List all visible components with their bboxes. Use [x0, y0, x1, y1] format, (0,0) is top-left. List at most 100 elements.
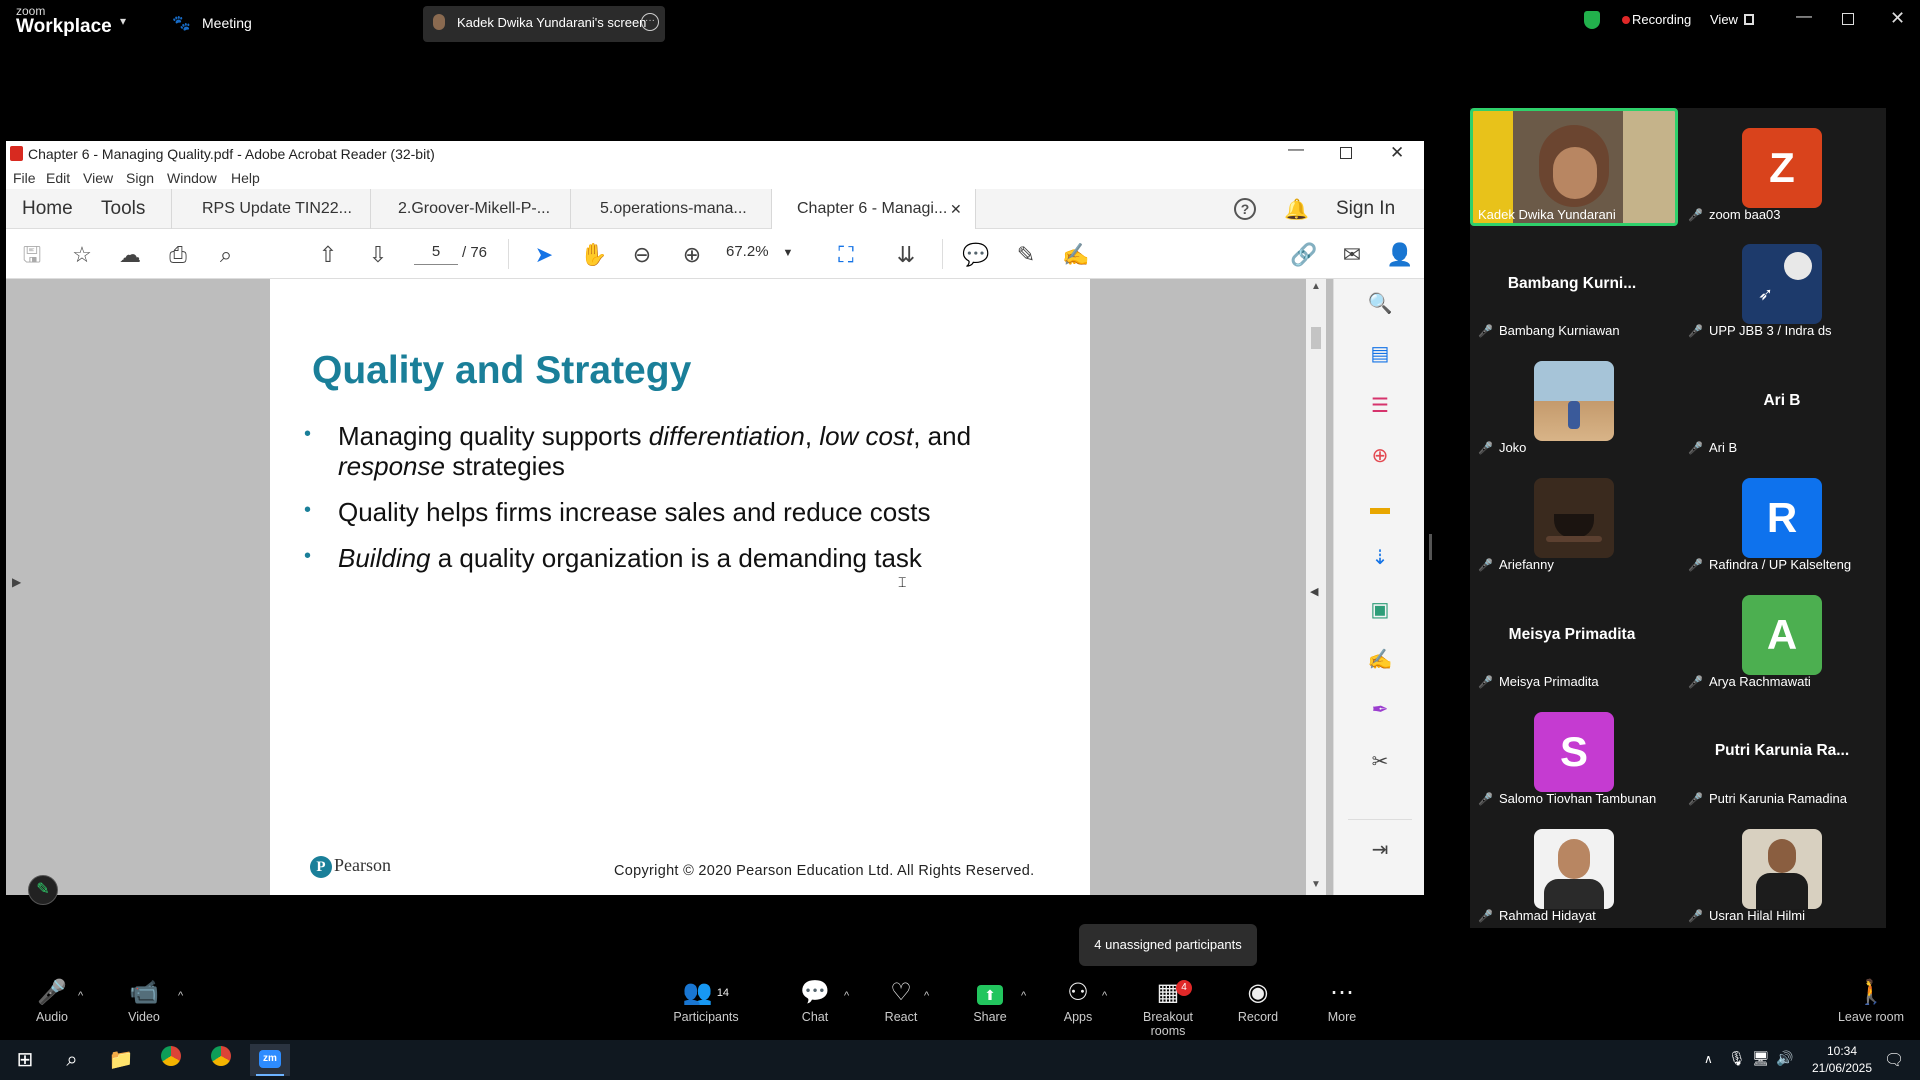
chevron-down-icon[interactable]: ▾	[120, 14, 126, 28]
menu-edit[interactable]: Edit	[46, 170, 70, 186]
menu-sign[interactable]: Sign	[126, 170, 154, 186]
minimize-icon[interactable]: —	[1288, 141, 1304, 159]
recording-label[interactable]: Recording	[1632, 12, 1691, 27]
record-button[interactable]: ◉ Record	[1218, 978, 1298, 1024]
edit-pdf-icon[interactable]: ▣	[1367, 597, 1393, 623]
volume-icon[interactable]: 🔊	[1776, 1050, 1793, 1067]
chat-options-icon[interactable]: ^	[844, 990, 849, 1002]
right-panel-toggle-icon[interactable]: ◀	[1310, 585, 1318, 598]
star-icon[interactable]: ☆	[68, 241, 96, 269]
close-icon[interactable]: ✕	[1390, 143, 1404, 163]
leave-room-button[interactable]: 🚶 Leave room	[1829, 978, 1913, 1024]
scroll-mode-icon[interactable]: ⇊	[892, 241, 920, 269]
breakout-rooms-button[interactable]: ▦ Breakout rooms	[1128, 978, 1208, 1038]
fit-page-icon[interactable]: ⛶	[832, 241, 860, 269]
clock-date[interactable]: 21/06/2025	[1804, 1061, 1880, 1075]
scroll-up-icon[interactable]: ▲	[1311, 281, 1321, 292]
comment-icon[interactable]: 💬	[962, 241, 990, 269]
print-icon[interactable]: ⎙	[164, 241, 192, 269]
share-options-icon[interactable]: ^	[1021, 990, 1026, 1002]
pdf-page[interactable]: Quality and Strategy • Managing quality …	[270, 279, 1090, 895]
notification-icon[interactable]: 🗨	[1884, 1050, 1904, 1070]
more-tools-icon[interactable]: ✂	[1367, 749, 1393, 775]
combine-files-icon[interactable]: ⇣	[1367, 545, 1393, 571]
save-icon[interactable]: 🖫	[18, 241, 46, 269]
participants-button[interactable]: 👥 14 Participants	[666, 978, 746, 1024]
select-cursor-icon[interactable]: ➤	[530, 241, 558, 269]
network-icon[interactable]: 🖥	[1752, 1050, 1770, 1067]
search-icon[interactable]: 🔍	[1367, 291, 1393, 317]
tab-home[interactable]: Home	[22, 189, 73, 229]
collapse-pane-icon[interactable]: ⇥	[1367, 837, 1393, 863]
scrollbar-thumb[interactable]	[1311, 327, 1321, 349]
more-icon[interactable]: ···	[641, 13, 659, 31]
video-options-icon[interactable]: ^	[178, 990, 183, 1002]
file-explorer-icon[interactable]: 📁	[106, 1046, 136, 1074]
bell-icon[interactable]: 🔔	[1284, 197, 1309, 222]
organize-pages-icon[interactable]: ☰	[1367, 393, 1393, 419]
meeting-tab[interactable]: Meeting	[202, 15, 252, 31]
hand-icon[interactable]: ✋	[580, 241, 608, 269]
page-number-input[interactable]: 5	[414, 243, 458, 265]
audio-options-icon[interactable]: ^	[78, 990, 83, 1002]
left-panel-toggle-icon[interactable]: ▶	[12, 575, 21, 589]
windows-start-icon[interactable]: ⊞	[10, 1046, 40, 1074]
restore-icon[interactable]	[1340, 147, 1352, 159]
page-up-icon[interactable]: ⇧	[314, 241, 342, 269]
menu-file[interactable]: File	[13, 170, 36, 186]
search-icon[interactable]: ⌕	[212, 241, 240, 269]
cloud-upload-icon[interactable]: ☁	[116, 241, 144, 269]
document-view[interactable]: ▶ Quality and Strategy • Managing qualit…	[6, 279, 1333, 895]
view-button[interactable]: View	[1710, 12, 1738, 27]
close-icon[interactable]: ✕	[1890, 8, 1905, 29]
react-options-icon[interactable]: ^	[924, 990, 929, 1002]
create-pdf-icon[interactable]: ⊕	[1367, 443, 1393, 469]
zoom-taskbar-active[interactable]: zm	[250, 1044, 290, 1076]
page-down-icon[interactable]: ⇩	[364, 241, 392, 269]
link-icon[interactable]: 🔗	[1290, 241, 1318, 269]
share-button[interactable]: ⬆ Share	[950, 978, 1030, 1024]
shield-icon[interactable]	[1584, 11, 1600, 29]
email-icon[interactable]: ✉	[1338, 241, 1366, 269]
draw-icon[interactable]: ✍	[1062, 241, 1090, 269]
tab-doc-1[interactable]: RPS Update TIN22...	[202, 189, 352, 229]
tab-tools[interactable]: Tools	[101, 189, 145, 229]
minimize-icon[interactable]: —	[1796, 8, 1812, 26]
zoom-in-icon[interactable]: ⊕	[678, 241, 706, 269]
apps-options-icon[interactable]: ^	[1102, 990, 1107, 1002]
help-icon[interactable]: ?	[1234, 198, 1256, 220]
request-signature-icon[interactable]: ✍	[1367, 647, 1393, 673]
zoom-out-icon[interactable]: ⊖	[628, 241, 656, 269]
comment-icon[interactable]: ▬	[1367, 495, 1393, 521]
menu-help[interactable]: Help	[231, 170, 260, 186]
tab-doc-3[interactable]: 5.operations-mana...	[600, 189, 747, 229]
zoom-select[interactable]: 67.2% ▼	[726, 243, 810, 265]
resize-handle[interactable]	[1429, 534, 1432, 560]
more-button[interactable]: ⋯ More	[1302, 978, 1382, 1024]
chevron-up-icon[interactable]: ∧	[1704, 1052, 1713, 1066]
menu-window[interactable]: Window	[167, 170, 217, 186]
restore-icon[interactable]	[1842, 13, 1854, 25]
tab-doc-2[interactable]: 2.Groover-Mikell-P-...	[398, 189, 550, 229]
scroll-down-icon[interactable]: ▼	[1311, 879, 1321, 890]
participant-name-label: Usran Hilal Hilmi	[1708, 908, 1806, 923]
participant-name: 🎤 Rafindra / UP Kalselteng	[1688, 557, 1851, 572]
fill-sign-icon[interactable]: ✒	[1367, 697, 1393, 723]
menu-view[interactable]: View	[83, 170, 113, 186]
chrome-profile-icon[interactable]	[206, 1046, 236, 1074]
search-icon[interactable]: ⌕	[57, 1046, 87, 1074]
close-tab-icon[interactable]: ✕	[950, 189, 962, 229]
tab-divider	[370, 189, 371, 229]
video-button[interactable]: 📹 Video	[104, 978, 184, 1024]
participant-name: 🎤 Ari B	[1688, 440, 1737, 455]
highlight-icon[interactable]: ✎	[1012, 241, 1040, 269]
annotate-pen-icon[interactable]: ✎	[28, 875, 58, 905]
clock-time[interactable]: 10:34	[1812, 1044, 1872, 1058]
sign-in-button[interactable]: Sign In	[1336, 189, 1395, 229]
chrome-icon[interactable]	[156, 1046, 186, 1074]
chat-button[interactable]: 💬 Chat	[775, 978, 855, 1024]
export-pdf-icon[interactable]: ▤	[1367, 341, 1393, 367]
more-icon: ⋯	[1330, 979, 1354, 1006]
share-user-icon[interactable]: 👤	[1386, 241, 1414, 269]
microphone-icon[interactable]: 🎙	[1728, 1050, 1746, 1067]
